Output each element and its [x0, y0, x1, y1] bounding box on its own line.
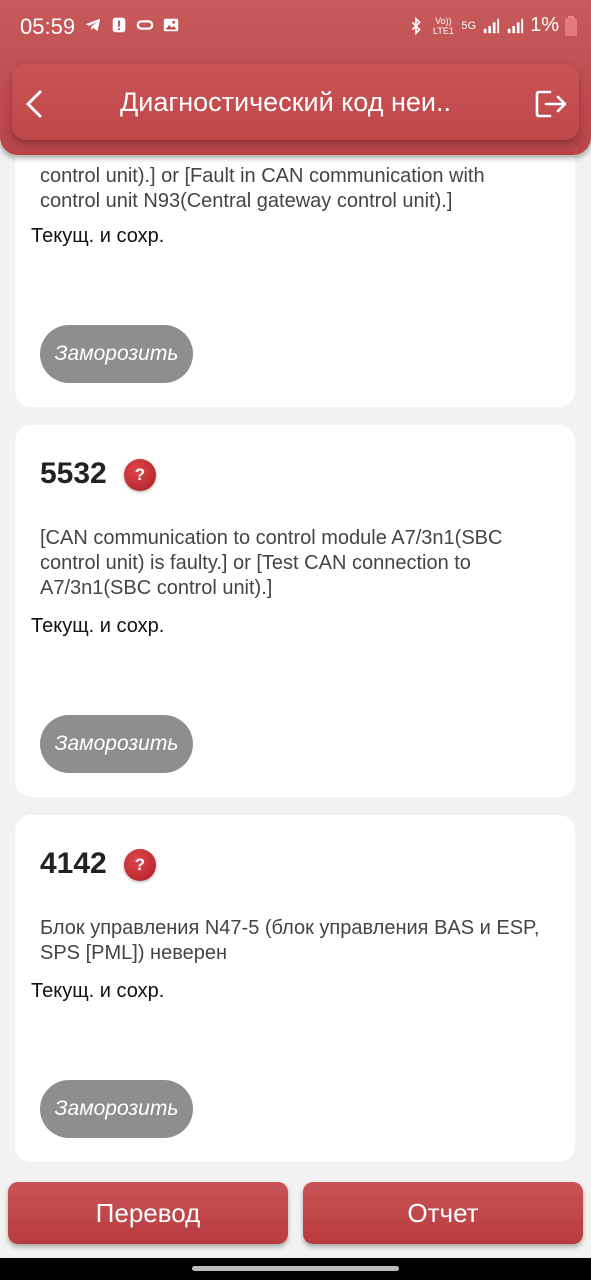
bottom-action-bar: Перевод Отчет [0, 1172, 591, 1258]
network-5g-label: 5G [461, 19, 477, 32]
dtc-card: 5532 ? [CAN communication to control mod… [15, 425, 575, 797]
translate-button[interactable]: Перевод [8, 1182, 288, 1244]
app-header: 05:59 Vo)) LTE1 5G 1% Диагностический ко… [0, 0, 591, 155]
system-icons: Vo)) LTE1 5G 1% [407, 14, 577, 37]
alert-icon [112, 17, 126, 33]
status-bar: 05:59 Vo)) LTE1 5G 1% [0, 10, 591, 46]
signal-roaming-icon [507, 18, 524, 33]
dtc-description: Блок управления N47-5 (блок управления B… [40, 917, 540, 964]
home-gesture-handle[interactable] [192, 1266, 399, 1271]
help-icon[interactable]: ? [124, 459, 156, 491]
bluetooth-icon [412, 16, 422, 35]
dtc-code: 4142 [40, 847, 107, 880]
freeze-frame-button[interactable]: Заморозить [40, 1080, 193, 1138]
exit-icon[interactable] [534, 88, 568, 120]
report-button[interactable]: Отчет [303, 1182, 583, 1244]
dtc-list[interactable]: control unit).] or [Fault in CAN communi… [0, 155, 591, 1175]
dtc-card: control unit).] or [Fault in CAN communi… [15, 155, 575, 407]
link-icon [136, 20, 154, 30]
battery-percent: 1% [530, 14, 559, 36]
dtc-status: Текущ. и сохр. [31, 980, 165, 1002]
system-nav-bar [0, 1258, 591, 1280]
status-time: 05:59 [20, 14, 76, 39]
notification-icons [84, 16, 180, 34]
help-icon[interactable]: ? [124, 849, 156, 881]
dtc-description: control unit).] or [Fault in CAN communi… [40, 165, 485, 212]
dtc-status: Текущ. и сохр. [31, 225, 165, 247]
battery-icon [565, 15, 577, 36]
dtc-description: [CAN communication to control module A7/… [40, 527, 503, 599]
freeze-frame-button[interactable]: Заморозить [40, 715, 193, 773]
page-title: Диагностический код неи.. [120, 87, 451, 117]
dtc-card: 4142 ? Блок управления N47-5 (блок управ… [15, 815, 575, 1162]
dtc-code: 5532 [40, 457, 107, 490]
dtc-status: Текущ. и сохр. [31, 615, 165, 637]
telegram-icon [85, 18, 101, 32]
freeze-frame-button[interactable]: Заморозить [40, 325, 193, 383]
gallery-icon [163, 18, 179, 32]
back-arrow-icon[interactable] [20, 88, 50, 120]
signal-icon [483, 18, 500, 33]
volte-label: Vo)) LTE1 [432, 15, 454, 36]
